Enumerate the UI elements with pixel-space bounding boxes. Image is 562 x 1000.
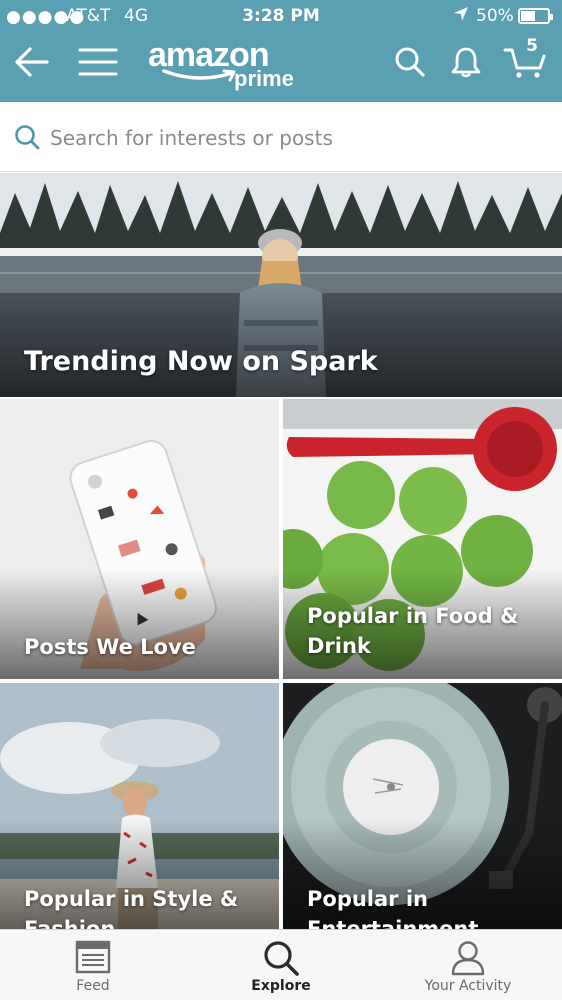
- battery-fill: [521, 11, 535, 21]
- search-icon: [264, 941, 299, 976]
- search-bar: [0, 102, 562, 172]
- trending-tile[interactable]: Trending Now on Spark: [0, 173, 562, 397]
- tile-label-posts-we-love: Posts We Love: [24, 635, 196, 659]
- food-drink-tile[interactable]: Popular in Food & Drink: [283, 399, 562, 679]
- tile-label-line: Entertainment: [307, 917, 479, 929]
- tile-label-food-drink: Popular in Food & Drink: [307, 601, 518, 661]
- hero-shade: [0, 287, 562, 397]
- style-fashion-tile[interactable]: Popular in Style & Fashion: [0, 683, 279, 929]
- search-icon: [15, 125, 40, 150]
- tile-label-line: Popular in: [307, 887, 428, 911]
- tile-label-entertainment: Popular in Entertainment: [307, 884, 478, 929]
- location-arrow-icon: [452, 5, 470, 28]
- tile-label-line: Drink: [307, 634, 371, 658]
- nav-feed-label: Feed: [76, 978, 110, 994]
- nav-feed[interactable]: Feed: [40, 930, 146, 1000]
- bottom-nav: Feed Explore Your Activity: [0, 929, 562, 1000]
- tile-shade: [0, 569, 279, 679]
- back-button[interactable]: [12, 40, 52, 84]
- search-input[interactable]: [50, 120, 540, 156]
- back-arrow-icon: [15, 47, 49, 77]
- header-search-button[interactable]: [390, 40, 430, 84]
- tile-label-style-fashion: Popular in Style & Fashion: [24, 884, 238, 929]
- search-icon: [395, 47, 425, 77]
- tile-label-line: Popular in Style &: [24, 887, 239, 911]
- person-icon: [451, 941, 485, 976]
- logo-prime-text: prime: [234, 66, 294, 91]
- tile-label-line: Fashion: [24, 917, 116, 929]
- tile-label-line: Popular in Food &: [307, 604, 519, 628]
- posts-we-love-tile[interactable]: Posts We Love: [0, 399, 279, 679]
- notifications-button[interactable]: [446, 40, 486, 84]
- battery-percent: 50%: [476, 6, 514, 26]
- tile-label-trending: Trending Now on Spark: [24, 346, 378, 377]
- hamburger-menu-icon: [78, 48, 118, 76]
- app-header: ●●●●● AT&T 4G 3:28 PM 50% amazon prime 5: [0, 0, 562, 102]
- cart-button[interactable]: 5: [500, 36, 550, 84]
- bell-icon: [451, 47, 481, 78]
- cart-count-badge: 5: [526, 36, 538, 56]
- entertainment-tile[interactable]: Popular in Entertainment: [283, 683, 562, 929]
- nav-your-activity-label: Your Activity: [424, 978, 512, 994]
- amazon-prime-logo: amazon prime: [148, 36, 308, 96]
- nav-explore-label: Explore: [251, 978, 311, 994]
- smile-arrow-icon: [162, 69, 236, 82]
- status-bar: ●●●●● AT&T 4G 3:28 PM 50%: [0, 0, 562, 32]
- nav-your-activity[interactable]: Your Activity: [404, 930, 532, 1000]
- battery-icon: [518, 8, 553, 24]
- feed-icon: [75, 940, 111, 974]
- menu-button[interactable]: [78, 40, 118, 84]
- nav-explore[interactable]: Explore: [228, 930, 334, 1000]
